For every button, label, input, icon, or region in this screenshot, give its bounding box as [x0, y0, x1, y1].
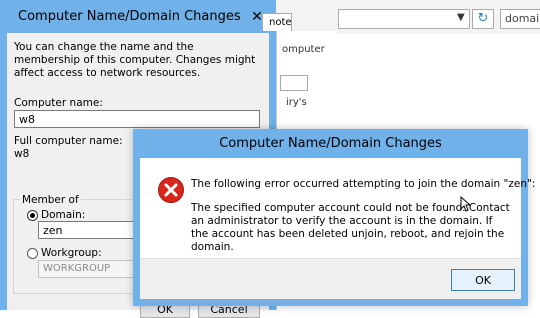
background-text-irys: iry's: [286, 97, 307, 108]
domain-search-box[interactable]: domain: [500, 9, 540, 29]
workgroup-label: Workgroup:: [41, 247, 102, 259]
domain-input[interactable]: zen: [38, 221, 148, 239]
domain-radio[interactable]: [27, 210, 38, 221]
chevron-down-icon[interactable]: ▼: [457, 12, 465, 23]
parent-dialog-title: Computer Name/Domain Changes: [18, 9, 241, 24]
computer-name-label: Computer name:: [14, 97, 103, 109]
description-text: You can change the name and the membersh…: [14, 41, 256, 79]
computer-name-input[interactable]: w8: [14, 110, 260, 128]
error-message-line1: The following error occurred attempting …: [191, 178, 536, 190]
full-computer-name-value: w8: [14, 148, 30, 160]
background-text-computer: omputer: [282, 44, 325, 55]
domain-search-text: domain: [505, 12, 540, 25]
refresh-icon[interactable]: ↻: [472, 9, 494, 29]
tab-note[interactable]: note: [262, 13, 292, 31]
workgroup-radio[interactable]: [27, 248, 38, 259]
domain-label: Domain:: [41, 209, 86, 221]
member-of-label: Member of: [20, 194, 81, 206]
error-dialog-title: Computer Name/Domain Changes: [219, 136, 442, 151]
full-computer-name-label: Full computer name:: [14, 135, 123, 147]
mouse-cursor-icon: [460, 195, 472, 212]
error-icon: [157, 176, 185, 204]
error-ok-button[interactable]: OK: [451, 269, 515, 291]
background-address-bar[interactable]: [338, 9, 470, 29]
background-field: [280, 75, 308, 91]
workgroup-input: WORKGROUP: [38, 260, 148, 278]
